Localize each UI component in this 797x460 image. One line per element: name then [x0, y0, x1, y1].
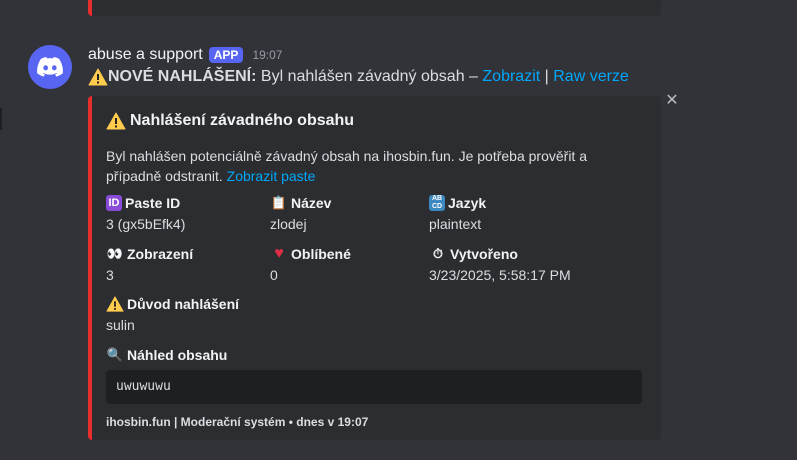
- previous-embed: [88, 0, 661, 16]
- raw-link[interactable]: Raw verze: [553, 68, 629, 85]
- scroll-marker: [0, 108, 2, 130]
- embed-title: Nahlášení závadného obsahu: [106, 112, 354, 130]
- field-name: Paste ID: [125, 195, 181, 211]
- field-oblibene: ♥ Oblíbené 0: [270, 245, 351, 285]
- clipboard-icon: 📋: [270, 195, 288, 210]
- field-value: 3: [106, 267, 114, 283]
- eyes-icon: 👀: [106, 246, 124, 261]
- field-value: 0: [270, 267, 278, 283]
- embed-description: Byl nahlášen potenciálně závadný obsah n…: [106, 146, 636, 186]
- field-name: Náhled obsahu: [127, 347, 228, 363]
- embed-footer: ihosbin.fun | Moderační systém • dnes v …: [106, 415, 369, 429]
- field-paste-id: ID Paste ID 3 (gx5bEfk4): [106, 194, 185, 234]
- field-value: plaintext: [429, 216, 482, 232]
- report-label: NOVÉ NAHLÁŠENÍ:: [108, 68, 257, 86]
- warning-icon: [88, 68, 108, 86]
- id-icon: ID: [106, 195, 122, 211]
- embed-accent-bar: [88, 96, 92, 440]
- message-content: NOVÉ NAHLÁŠENÍ: Byl nahlášen závadný obs…: [88, 68, 629, 86]
- avatar[interactable]: [28, 45, 72, 89]
- username[interactable]: abuse a support: [88, 46, 203, 64]
- field-name: Jazyk: [448, 195, 487, 211]
- description-text: Byl nahlášen potenciálně závadný obsah n…: [106, 148, 587, 184]
- view-paste-link[interactable]: Zobrazit paste: [227, 168, 316, 184]
- field-jazyk: AB CD Jazyk plaintext: [429, 194, 486, 234]
- link-separator: |: [540, 68, 554, 86]
- message-timestamp[interactable]: 19:07: [252, 48, 282, 62]
- field-duvod: Důvod nahlášení sulin: [106, 295, 239, 335]
- field-name: Oblíbené: [291, 246, 351, 262]
- field-value: sulin: [106, 317, 135, 333]
- field-value: zlodej: [270, 216, 307, 232]
- report-text: Byl nahlášen závadný obsah –: [256, 68, 483, 86]
- field-name: Vytvořeno: [450, 246, 518, 262]
- field-vytvoreno: ⏱ Vytvořeno 3/23/2025, 5:58:17 PM: [429, 245, 571, 285]
- warning-icon: [106, 112, 126, 130]
- field-nazev: 📋 Název zlodej: [270, 194, 331, 234]
- field-name: Zobrazení: [127, 246, 194, 262]
- heart-icon: ♥: [274, 245, 284, 262]
- field-value: 3/23/2025, 5:58:17 PM: [429, 267, 571, 283]
- warning-icon: [106, 296, 124, 312]
- magnifier-icon: 🔍: [106, 347, 124, 362]
- field-nahled: 🔍 Náhled obsahu: [106, 346, 227, 364]
- embed-title-text: Nahlášení závadného obsahu: [130, 112, 355, 129]
- view-link[interactable]: Zobrazit: [482, 68, 540, 85]
- abcd-icon: AB CD: [429, 195, 445, 211]
- report-embed: Nahlášení závadného obsahu Byl nahlášen …: [88, 96, 661, 440]
- stopwatch-icon: ⏱: [432, 246, 444, 261]
- app-badge: APP: [208, 47, 244, 63]
- field-zobrazeni: 👀 Zobrazení 3: [106, 245, 193, 285]
- message-header: abuse a support APP 19:07: [88, 45, 282, 65]
- field-value: 3 (gx5bEfk4): [106, 216, 186, 232]
- code-preview[interactable]: uwuwuwu: [106, 370, 642, 404]
- field-name: Důvod nahlášení: [127, 296, 240, 312]
- field-name: Název: [291, 195, 332, 211]
- discord-logo-icon: [37, 57, 63, 77]
- close-icon[interactable]: ✕: [664, 93, 680, 109]
- embed-accent-bar: [88, 0, 92, 16]
